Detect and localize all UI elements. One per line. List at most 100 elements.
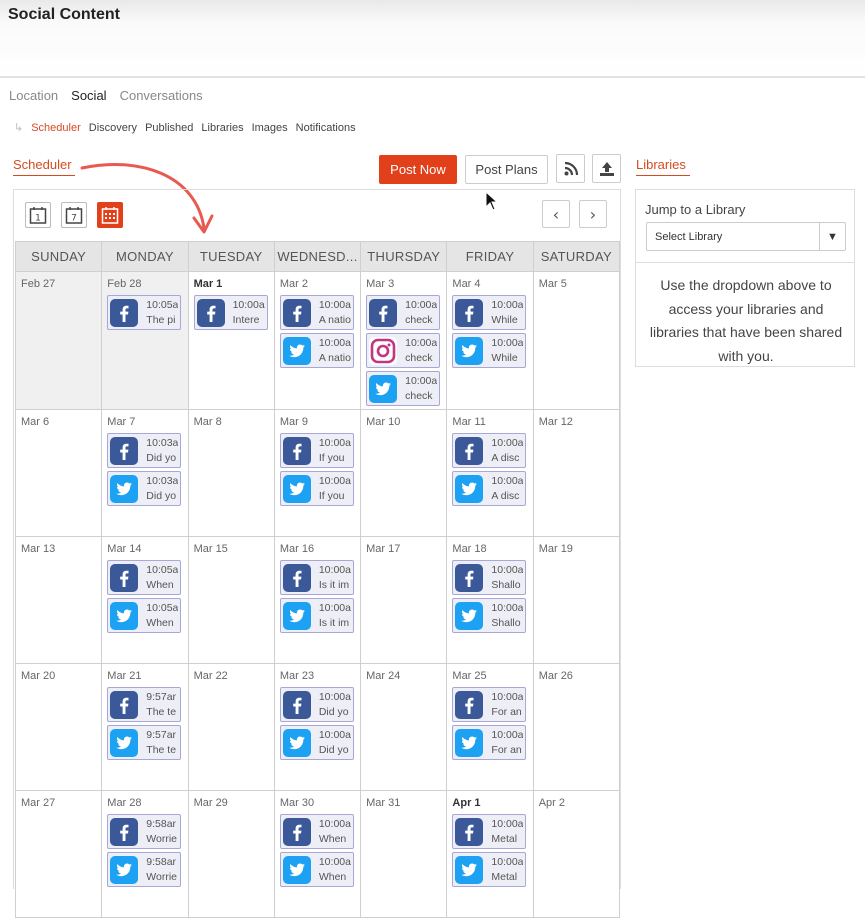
scheduled-post[interactable]: 10:00a Metal	[452, 814, 527, 849]
calendar-day-cell[interactable]: Mar 22	[187, 663, 275, 791]
calendar-day-cell[interactable]: Mar 30 10:00a When 10:00a When	[273, 790, 362, 918]
calendar-day-cell[interactable]: Mar 2 10:00a A natio 10:00a A natio	[273, 271, 362, 410]
calendar-week-row: Mar 6 Mar 7 10:03a Did yo 10:03a Did yo Mar 8 M…	[14, 409, 621, 537]
weekday-header: FRIDAY	[446, 241, 534, 272]
scheduled-post[interactable]: 10:00a A natio	[279, 333, 354, 368]
calendar-day-cell[interactable]: Mar 9 10:00a If you 10:00a If you	[273, 409, 362, 537]
calendar-day-cell[interactable]: Feb 27	[14, 271, 103, 410]
calendar-day-cell[interactable]: Mar 11 10:00a A disc 10:00a A disc	[446, 409, 534, 537]
calendar-day-cell[interactable]: Mar 6	[14, 409, 103, 537]
subnav-scheduler[interactable]: Scheduler	[31, 122, 81, 134]
nav-conversations[interactable]: Conversations	[120, 88, 203, 103]
scheduled-post[interactable]: 9:57ar The te	[107, 687, 182, 722]
calendar-day-cell[interactable]: Mar 21 9:57ar The te 9:57ar The te	[101, 663, 189, 791]
scheduled-post[interactable]: 10:00a Shallo	[452, 560, 527, 595]
day-view-button[interactable]: 1	[25, 202, 51, 228]
calendar-day-cell[interactable]: Mar 4 10:00a While 10:00a While	[446, 271, 534, 410]
subnav-published[interactable]: Published	[145, 122, 193, 134]
scheduled-post[interactable]: 10:00a When	[279, 852, 354, 887]
scheduled-post[interactable]: 10:00a For an	[452, 725, 527, 760]
scheduled-post[interactable]: 10:00a A disc	[452, 433, 527, 468]
calendar-day-cell[interactable]: Mar 13	[14, 536, 103, 664]
facebook-icon	[455, 817, 484, 846]
scheduled-post[interactable]: 10:00a Intere	[193, 295, 268, 330]
scheduled-post[interactable]: 9:58ar Worrie	[107, 852, 182, 887]
calendar-day-cell[interactable]: Mar 10	[360, 409, 448, 537]
upload-button[interactable]	[592, 154, 621, 183]
scheduled-post[interactable]: 10:00a check	[366, 333, 441, 368]
calendar-day-cell[interactable]: Mar 14 10:05a When 10:05a When	[101, 536, 189, 664]
scheduled-post[interactable]: 10:03a Did yo	[107, 433, 182, 468]
rss-button[interactable]	[556, 154, 585, 183]
calendar-day-cell[interactable]: Mar 27	[14, 790, 103, 918]
calendar-day-cell[interactable]: Apr 2	[532, 790, 621, 918]
nav-social[interactable]: Social	[71, 88, 106, 103]
scheduled-post[interactable]: 10:00a Is it im	[279, 560, 354, 595]
scheduled-post[interactable]: 10:00a check	[366, 371, 441, 406]
calendar-day-cell[interactable]: Mar 17	[360, 536, 448, 664]
post-text: check	[405, 351, 433, 364]
scheduled-post[interactable]: 10:00a Shallo	[452, 598, 527, 633]
scheduled-post[interactable]: 10:00a A natio	[279, 295, 354, 330]
prev-month-button[interactable]: ‹	[542, 200, 570, 228]
scheduled-post[interactable]: 10:00a While	[452, 333, 527, 368]
scheduled-post[interactable]: 10:03a Did yo	[107, 471, 182, 506]
scheduled-post[interactable]: 10:05a When	[107, 560, 182, 595]
scheduled-post[interactable]: 10:00a While	[452, 295, 527, 330]
scheduled-post[interactable]: 10:00a If you	[279, 471, 354, 506]
scheduled-post[interactable]: 10:00a Metal	[452, 852, 527, 887]
calendar-day-cell[interactable]: Mar 18 10:00a Shallo 10:00a Shallo	[446, 536, 534, 664]
month-view-button[interactable]	[97, 202, 123, 228]
jump-to-library-label: Jump to a Library	[645, 202, 746, 217]
nav-location[interactable]: Location	[9, 88, 58, 103]
calendar-day-cell[interactable]: Mar 29	[187, 790, 275, 918]
calendar-day-cell[interactable]: Mar 24	[360, 663, 448, 791]
facebook-icon	[282, 298, 311, 327]
scheduled-post[interactable]: 10:00a Did yo	[279, 725, 354, 760]
calendar-day-cell[interactable]: Mar 3 10:00a check 10:00a check 10:00a check	[360, 271, 448, 410]
post-text: A natio	[318, 351, 351, 364]
post-plans-button[interactable]: Post Plans	[465, 155, 548, 184]
twitter-icon	[282, 728, 311, 757]
subnav-discovery[interactable]: Discovery	[89, 122, 137, 134]
library-help-text: Use the dropdown above to access your li…	[649, 277, 843, 364]
calendar-day-cell[interactable]: Mar 26	[532, 663, 621, 791]
scheduled-post[interactable]: 10:00a A disc	[452, 471, 527, 506]
calendar-day-cell[interactable]: Mar 12	[532, 409, 621, 537]
scheduled-post[interactable]: 10:05a When	[107, 598, 182, 633]
calendar-day-cell[interactable]: Mar 16 10:00a Is it im 10:00a Is it im	[273, 536, 362, 664]
scheduled-post[interactable]: 10:00a If you	[279, 433, 354, 468]
scheduled-post[interactable]: 10:00a When	[279, 814, 354, 849]
scheduled-post[interactable]: 10:00a For an	[452, 687, 527, 722]
week-view-button[interactable]: 7	[61, 202, 87, 228]
facebook-icon	[110, 436, 139, 465]
calendar-day-cell[interactable]: Mar 31	[360, 790, 448, 918]
calendar-day-cell[interactable]: Mar 15	[187, 536, 275, 664]
scheduled-post[interactable]: 10:00a Is it im	[279, 598, 354, 633]
twitter-icon	[282, 855, 311, 884]
subnav-libraries[interactable]: Libraries	[201, 122, 243, 134]
calendar-day-cell[interactable]: Apr 1 10:00a Metal 10:00a Metal	[446, 790, 534, 918]
scheduled-post[interactable]: 9:57ar The te	[107, 725, 182, 760]
library-select[interactable]: Select Library ▼	[646, 222, 846, 251]
scheduled-post[interactable]: 9:58ar Worrie	[107, 814, 182, 849]
subnav-images[interactable]: Images	[252, 122, 288, 134]
calendar-day-cell[interactable]: Mar 8	[187, 409, 275, 537]
scheduled-post[interactable]: 10:05a The pi	[107, 295, 182, 330]
calendar-day-cell[interactable]: Mar 23 10:00a Did yo 10:00a Did yo	[273, 663, 362, 791]
next-month-button[interactable]: ›	[579, 200, 607, 228]
calendar-day-cell[interactable]: Mar 7 10:03a Did yo 10:03a Did yo	[101, 409, 189, 537]
calendar-day-cell[interactable]: Mar 5	[532, 271, 621, 410]
calendar-day-cell[interactable]: Mar 1 10:00a Intere	[187, 271, 275, 410]
calendar-day-cell[interactable]: Mar 20	[14, 663, 103, 791]
scheduled-post[interactable]: 10:00a check	[366, 295, 441, 330]
calendar-day-icon: 1	[29, 207, 47, 224]
calendar-day-cell[interactable]: Mar 25 10:00a For an 10:00a For an	[446, 663, 534, 791]
calendar-day-cell[interactable]: Mar 28 9:58ar Worrie 9:58ar Worrie	[101, 790, 189, 918]
calendar-day-cell[interactable]: Feb 28 10:05a The pi	[101, 271, 189, 410]
subnav-notifications[interactable]: Notifications	[296, 122, 356, 134]
post-time: 10:05a	[146, 563, 179, 576]
scheduled-post[interactable]: 10:00a Did yo	[279, 687, 354, 722]
calendar-day-cell[interactable]: Mar 19	[532, 536, 621, 664]
post-now-button[interactable]: Post Now	[379, 155, 457, 184]
